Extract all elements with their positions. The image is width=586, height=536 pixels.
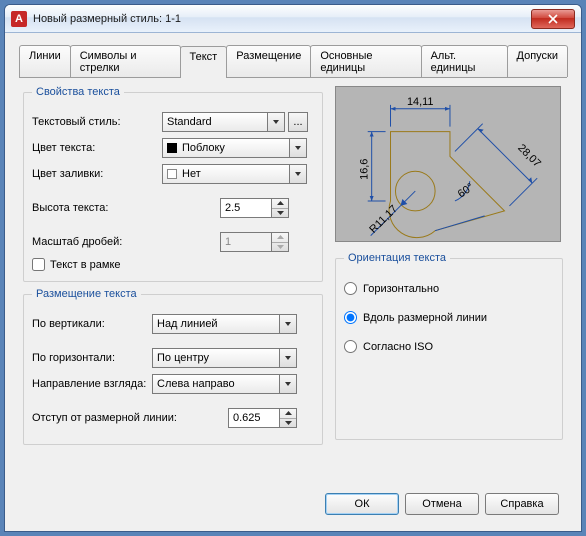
radio-along-line-label: Вдоль размерной линии: [363, 312, 487, 324]
dimension-preview: 14,11 16,6 28,07 R11,17 60°: [335, 86, 561, 242]
cancel-button[interactable]: Отмена: [405, 493, 479, 515]
color-swatch-none-icon: [167, 169, 177, 179]
legend-text-orientation: Ориентация текста: [344, 252, 450, 264]
input-offset[interactable]: [228, 408, 280, 428]
chevron-down-icon: [280, 374, 297, 394]
group-text-placement: Размещение текста По вертикали: Над лини…: [23, 288, 323, 445]
close-icon: [548, 14, 558, 24]
label-text-color: Цвет текста:: [32, 142, 162, 154]
chevron-down-icon: [280, 348, 297, 368]
spinner-text-height[interactable]: [220, 198, 289, 218]
tab-panel-text: Свойства текста Текстовый стиль: Standar…: [19, 78, 567, 483]
radio-horizontal-label: Горизонтально: [363, 283, 439, 295]
legend-text-properties: Свойства текста: [32, 86, 124, 98]
chevron-down-icon: [290, 164, 307, 184]
label-fill-color: Цвет заливки:: [32, 168, 162, 180]
group-text-orientation: Ориентация текста Горизонтально Вдоль ра…: [335, 252, 563, 440]
combo-text-color[interactable]: Поблоку: [162, 138, 307, 158]
tab-symbols[interactable]: Символы и стрелки: [70, 45, 181, 77]
tab-alt-units[interactable]: Альт. единицы: [421, 45, 508, 77]
chevron-down-icon: [268, 112, 285, 132]
label-horizontal: По горизонтали:: [32, 352, 152, 364]
radio-along-line[interactable]: Вдоль размерной линии: [344, 311, 554, 324]
label-text-height: Высота текста:: [32, 202, 220, 214]
label-vertical: По вертикали:: [32, 318, 152, 330]
input-fraction-scale: [220, 232, 272, 252]
dialog-window: A Новый размерный стиль: 1-1 Линии Симво…: [4, 4, 582, 532]
preview-drawing-icon: 14,11 16,6 28,07 R11,17 60°: [336, 87, 560, 242]
svg-text:14,11: 14,11: [407, 96, 433, 108]
radio-iso-input[interactable]: [344, 340, 357, 353]
svg-text:16,6: 16,6: [359, 159, 371, 180]
radio-horizontal[interactable]: Горизонтально: [344, 282, 554, 295]
dialog-footer: ОК Отмена Справка: [19, 483, 567, 521]
radio-iso[interactable]: Согласно ISO: [344, 340, 554, 353]
combo-text-color-value: Поблоку: [182, 142, 225, 154]
close-button[interactable]: [531, 9, 575, 29]
label-offset: Отступ от размерной линии:: [32, 412, 228, 424]
checkbox-text-frame-label: Текст в рамке: [50, 259, 121, 271]
combo-text-style[interactable]: Standard: [162, 112, 285, 132]
tab-primary-units[interactable]: Основные единицы: [310, 45, 421, 77]
combo-text-style-value: Standard: [162, 112, 268, 132]
svg-text:28,07: 28,07: [515, 142, 543, 170]
spinner-buttons: [272, 232, 289, 252]
spinner-offset[interactable]: [228, 408, 297, 428]
combo-direction[interactable]: Слева направо: [152, 374, 297, 394]
tab-tolerances[interactable]: Допуски: [507, 45, 568, 77]
titlebar: A Новый размерный стиль: 1-1: [5, 5, 581, 33]
text-style-browse-button[interactable]: ...: [288, 112, 308, 132]
chevron-down-icon: [290, 138, 307, 158]
spinner-fraction-scale[interactable]: [220, 232, 289, 252]
input-text-height[interactable]: [220, 198, 272, 218]
combo-direction-value: Слева направо: [152, 374, 280, 394]
ok-button[interactable]: ОК: [325, 493, 399, 515]
tab-lines[interactable]: Линии: [19, 45, 71, 77]
app-icon: A: [11, 11, 27, 27]
label-text-style: Текстовый стиль:: [32, 116, 162, 128]
checkbox-text-frame[interactable]: Текст в рамке: [32, 258, 314, 271]
combo-horizontal[interactable]: По центру: [152, 348, 297, 368]
tab-placement-tab[interactable]: Размещение: [226, 45, 311, 77]
tab-strip: Линии Символы и стрелки Текст Размещение…: [19, 45, 567, 78]
tab-text[interactable]: Текст: [180, 46, 228, 78]
svg-text:R11,17: R11,17: [367, 203, 400, 236]
svg-text:60°: 60°: [456, 181, 476, 200]
window-title: Новый размерный стиль: 1-1: [33, 13, 531, 25]
combo-horizontal-value: По центру: [152, 348, 280, 368]
combo-fill-color[interactable]: Нет: [162, 164, 307, 184]
group-text-properties: Свойства текста Текстовый стиль: Standar…: [23, 86, 323, 282]
checkbox-text-frame-input[interactable]: [32, 258, 45, 271]
label-direction: Направление взгляда:: [32, 378, 152, 390]
radio-iso-label: Согласно ISO: [363, 341, 433, 353]
chevron-down-icon: [280, 314, 297, 334]
color-swatch-icon: [167, 143, 177, 153]
spinner-buttons[interactable]: [272, 198, 289, 218]
legend-text-placement: Размещение текста: [32, 288, 141, 300]
combo-fill-color-value: Нет: [182, 168, 201, 180]
client-area: Линии Символы и стрелки Текст Размещение…: [5, 33, 581, 531]
combo-vertical[interactable]: Над линией: [152, 314, 297, 334]
radio-along-line-input[interactable]: [344, 311, 357, 324]
spinner-buttons[interactable]: [280, 408, 297, 428]
label-fraction-scale: Масштаб дробей:: [32, 236, 220, 248]
help-button[interactable]: Справка: [485, 493, 559, 515]
radio-horizontal-input[interactable]: [344, 282, 357, 295]
combo-vertical-value: Над линией: [152, 314, 280, 334]
